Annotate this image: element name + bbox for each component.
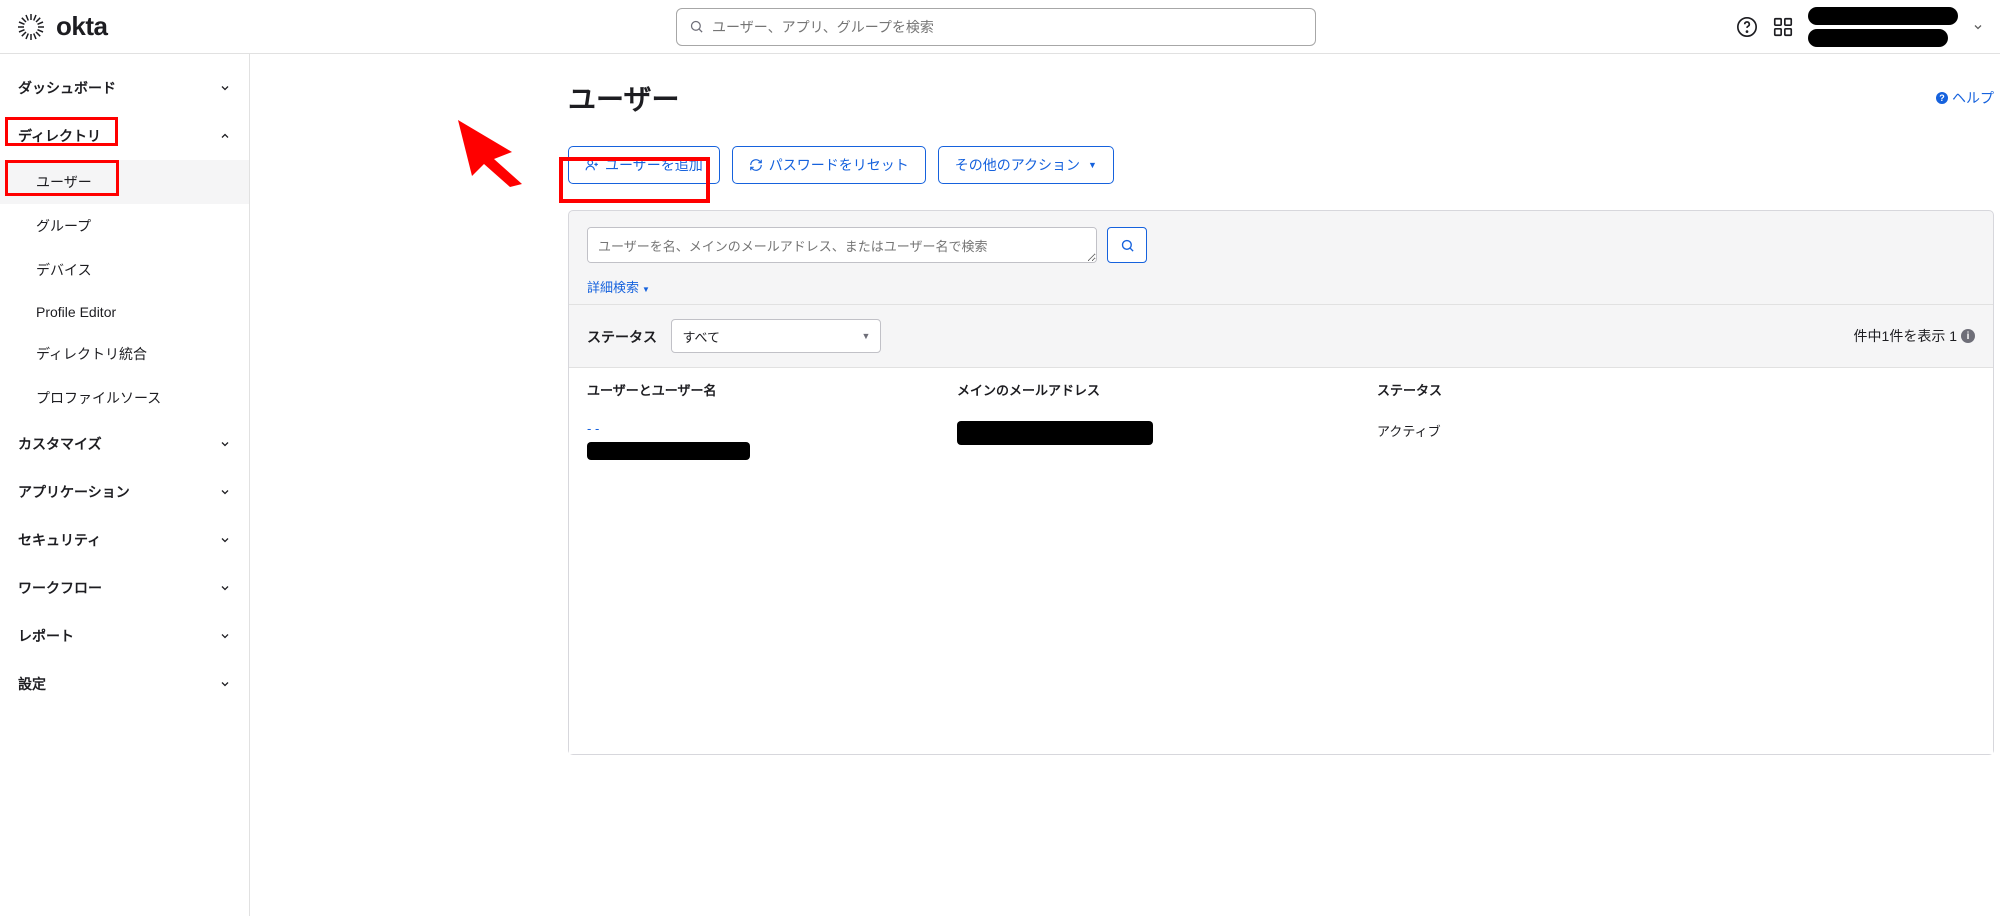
search-icon [689, 19, 704, 34]
help-link[interactable]: ? ヘルプ [1936, 88, 1994, 108]
sidebar-sub-devices[interactable]: デバイス [0, 248, 249, 292]
global-search-input[interactable] [712, 19, 1303, 35]
caret-down-icon: ▼ [1088, 160, 1097, 170]
action-buttons: ユーザーを追加 パスワードをリセット その他のアクション ▼ [568, 146, 1994, 184]
sidebar-item-reports[interactable]: レポート [0, 612, 249, 660]
status-select[interactable]: すべて ▼ [671, 319, 881, 353]
sidebar-sub-profile-editor[interactable]: Profile Editor [0, 292, 249, 332]
caret-down-icon: ▼ [642, 285, 650, 294]
user-link[interactable]: - - [587, 421, 957, 436]
sidebar-item-security[interactable]: セキュリティ [0, 516, 249, 564]
col-header-email: メインのメールアドレス [957, 380, 1377, 399]
okta-burst-icon [16, 12, 46, 42]
sidebar-item-directory[interactable]: ディレクトリ [0, 112, 249, 160]
username-redacted [587, 442, 750, 460]
table-row[interactable]: - - アクティブ [569, 411, 1993, 474]
main-content: ユーザー ? ヘルプ ユーザーを追加 パスワードをリセット その他のアクション [250, 54, 2000, 916]
sidebar-sub-groups[interactable]: グループ [0, 204, 249, 248]
search-icon [1120, 238, 1135, 253]
reset-password-button[interactable]: パスワードをリセット [732, 146, 926, 184]
col-header-user: ユーザーとユーザー名 [587, 380, 957, 399]
sidebar-item-customize[interactable]: カスタマイズ [0, 420, 249, 468]
help-badge-icon: ? [1936, 92, 1948, 104]
chevron-up-icon [219, 130, 231, 142]
global-search[interactable] [676, 8, 1316, 46]
info-icon[interactable]: i [1961, 329, 1975, 343]
email-redacted [957, 421, 1153, 445]
status-cell: アクティブ [1377, 421, 1975, 440]
sidebar-sub-users[interactable]: ユーザー [0, 160, 249, 204]
caret-down-icon: ▼ [862, 331, 871, 341]
other-actions-button[interactable]: その他のアクション ▼ [938, 146, 1114, 184]
user-list-panel: 詳細検索▼ ステータス すべて ▼ 件中1件を表示 1 i [568, 210, 1994, 755]
table-empty-space [569, 474, 1993, 754]
chevron-down-icon [219, 82, 231, 94]
brand-text: okta [56, 11, 107, 42]
user-search-input[interactable] [587, 227, 1097, 263]
status-filter: ステータス すべて ▼ [587, 319, 881, 353]
status-label: ステータス [587, 329, 657, 345]
sidebar-item-settings[interactable]: 設定 [0, 660, 249, 708]
apps-grid-icon[interactable] [1772, 16, 1794, 38]
results-count: 件中1件を表示 1 i [1854, 326, 1975, 346]
chevron-down-icon [219, 582, 231, 594]
chevron-down-icon [219, 534, 231, 546]
table-header: ユーザーとユーザー名 メインのメールアドレス ステータス [569, 367, 1993, 411]
user-search-button[interactable] [1107, 227, 1147, 263]
chevron-down-icon [219, 630, 231, 642]
header-right [1736, 7, 1984, 47]
sidebar-item-dashboard[interactable]: ダッシュボード [0, 64, 249, 112]
chevron-down-icon[interactable] [1972, 21, 1984, 33]
user-menu-redacted[interactable] [1808, 7, 1958, 47]
advanced-search-link[interactable]: 詳細検索▼ [587, 273, 1975, 296]
sidebar-item-applications[interactable]: アプリケーション [0, 468, 249, 516]
sidebar: ダッシュボード ディレクトリ ユーザー グループ デバイス Profile Ed… [0, 54, 250, 916]
chevron-down-icon [219, 438, 231, 450]
global-search-wrap [256, 8, 1736, 46]
sidebar-sub-directory-integrations[interactable]: ディレクトリ統合 [0, 332, 249, 376]
add-user-button[interactable]: ユーザーを追加 [568, 146, 720, 184]
sidebar-sub-profile-sources[interactable]: プロファイルソース [0, 376, 249, 420]
sidebar-item-workflow[interactable]: ワークフロー [0, 564, 249, 612]
top-header: okta [0, 0, 2000, 54]
page-title: ユーザー [568, 78, 679, 118]
logo[interactable]: okta [16, 11, 256, 42]
col-header-status: ステータス [1377, 380, 1975, 399]
refresh-icon [749, 158, 763, 172]
chevron-down-icon [219, 678, 231, 690]
help-icon[interactable] [1736, 16, 1758, 38]
chevron-down-icon [219, 486, 231, 498]
person-add-icon [585, 158, 599, 172]
